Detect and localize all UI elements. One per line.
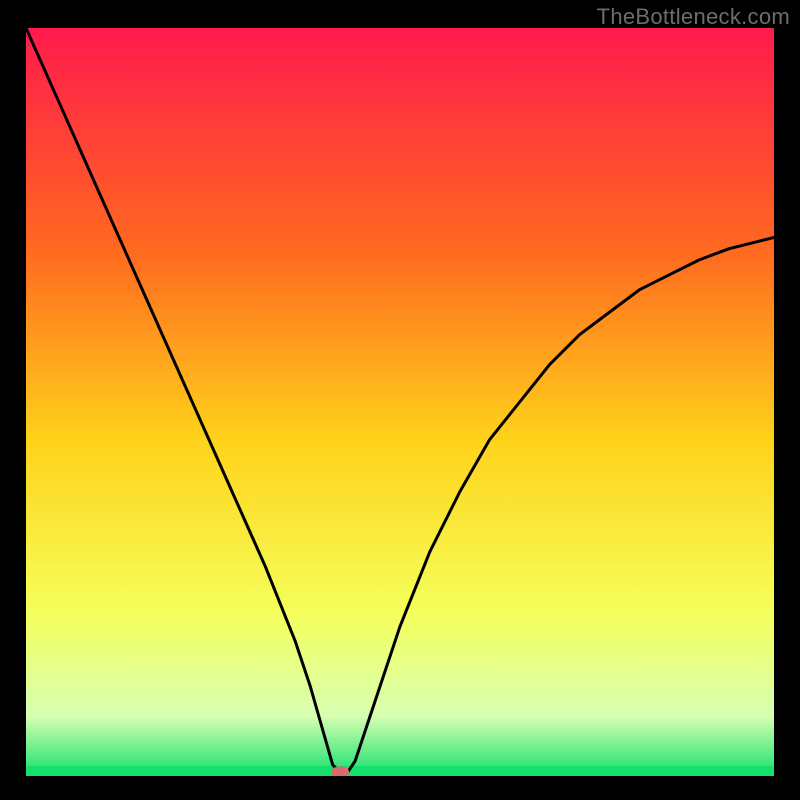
plot-area: [26, 28, 774, 776]
bottom-band: [26, 766, 774, 776]
bottleneck-chart: [26, 28, 774, 776]
watermark-text: TheBottleneck.com: [597, 4, 790, 30]
gradient-background: [26, 28, 774, 776]
chart-frame: TheBottleneck.com: [0, 0, 800, 800]
